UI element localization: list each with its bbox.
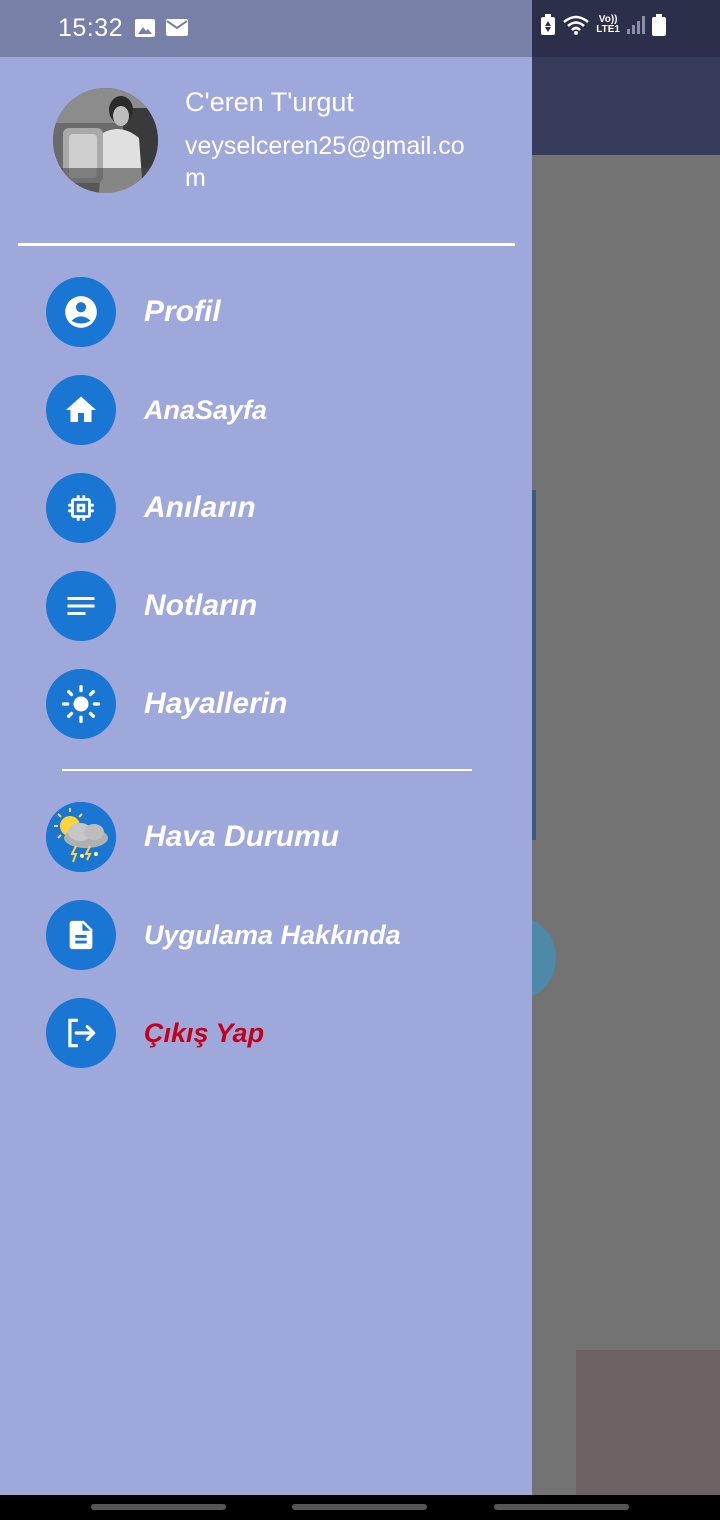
- signal-icon: [627, 16, 645, 34]
- menu-label: Çıkış Yap: [144, 1017, 265, 1048]
- background-card: [576, 1350, 720, 1495]
- battery-icon: [652, 14, 666, 36]
- menu-divider: [62, 769, 472, 771]
- battery-saver-icon: [541, 14, 556, 35]
- menu-item-hava-durumu[interactable]: Hava Durumu: [46, 802, 339, 872]
- user-name: C'eren T'urgut: [185, 87, 354, 117]
- weather-icon: [46, 802, 116, 872]
- menu-item-uygulama-hakkinda[interactable]: Uygulama Hakkında: [46, 900, 401, 970]
- menu-label: Hava Durumu: [144, 820, 340, 853]
- nav-back-handle[interactable]: [494, 1504, 629, 1510]
- status-bar: 15:32 Vo)) LTE1: [0, 0, 720, 57]
- menu-label: Anıların: [144, 491, 256, 524]
- menu-label: Hayallerin: [144, 687, 288, 720]
- sun-icon: [46, 669, 116, 739]
- menu-item-cikis-yap[interactable]: Çıkış Yap: [46, 998, 264, 1068]
- notes-icon: [46, 571, 116, 641]
- lte-icon: Vo)) LTE1: [596, 14, 620, 35]
- nav-recents-handle[interactable]: [91, 1504, 226, 1510]
- status-right-icons: Vo)) LTE1: [540, 14, 666, 36]
- home-icon: [46, 375, 116, 445]
- background-strip: [532, 490, 536, 840]
- menu-item-anasayfa[interactable]: AnaSayfa: [46, 375, 267, 445]
- menu-label: Uygulama Hakkında: [144, 919, 401, 950]
- memory-chip-icon: [46, 473, 116, 543]
- user-email: veyselceren25@gmail.com: [185, 132, 465, 192]
- header-divider: [18, 243, 515, 246]
- menu-label: AnaSayfa: [144, 394, 268, 425]
- menu-item-hayallerin[interactable]: Hayallerin: [46, 669, 287, 739]
- image-icon: [135, 19, 155, 37]
- logout-icon: [46, 998, 116, 1068]
- menu-label: Notların: [144, 589, 258, 622]
- document-icon: [46, 900, 116, 970]
- menu-item-profil[interactable]: Profil: [46, 277, 221, 347]
- menu-label: Profil: [144, 295, 221, 328]
- wifi-icon: [563, 15, 590, 35]
- nav-home-handle[interactable]: [292, 1504, 427, 1510]
- navigation-drawer: C'eren T'urgut veyselceren25@gmail.com P…: [0, 57, 532, 1495]
- menu-item-anilarin[interactable]: Anıların: [46, 473, 256, 543]
- avatar[interactable]: [53, 88, 158, 193]
- menu-item-notlarin[interactable]: Notların: [46, 571, 257, 641]
- account-circle-icon: [46, 277, 116, 347]
- system-nav-bar: [0, 1495, 720, 1520]
- mail-icon: [166, 19, 188, 36]
- status-time: 15:32: [58, 14, 124, 42]
